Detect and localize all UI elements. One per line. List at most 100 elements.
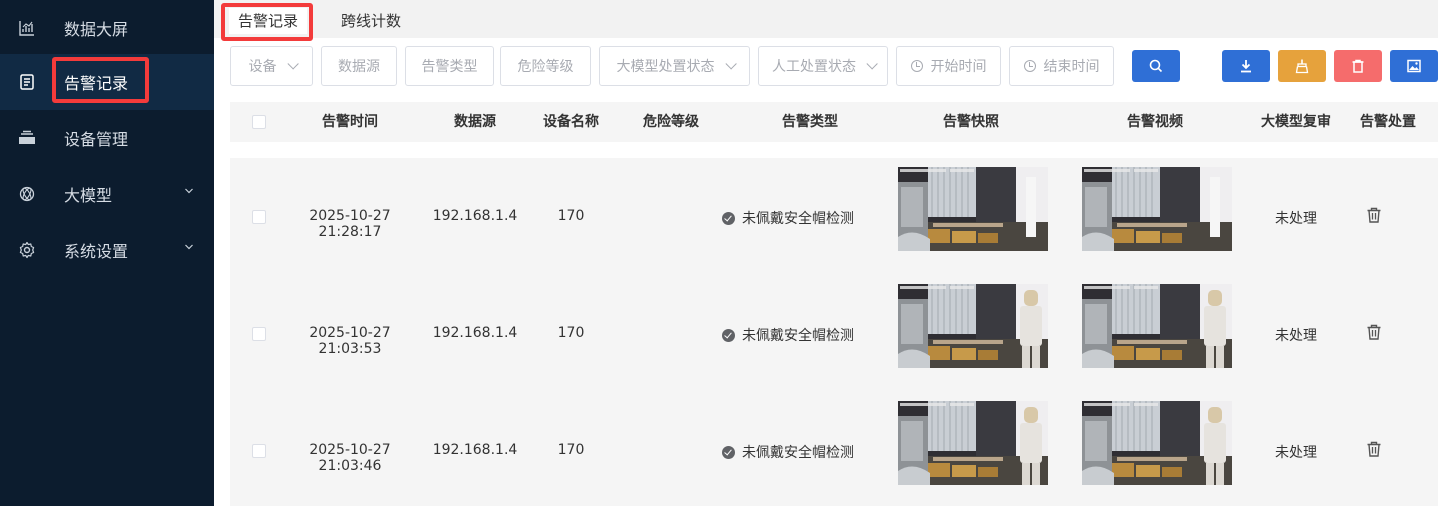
- header-alarm-time: 告警时间: [322, 114, 378, 130]
- header-danger-level: 危险等级: [643, 114, 699, 130]
- clean-button[interactable]: [1278, 50, 1326, 82]
- snapshot-thumbnail[interactable]: [898, 401, 1048, 485]
- sidebar-item-large-model[interactable]: 大模型: [0, 166, 214, 222]
- download-button[interactable]: [1222, 50, 1270, 82]
- header-alarm-handling: 告警处置: [1360, 114, 1416, 130]
- tab-cross-line-count[interactable]: 跨线计数: [332, 8, 410, 34]
- delete-button[interactable]: [1334, 50, 1382, 82]
- start-time-label: 开始时间: [930, 59, 987, 75]
- video-thumbnail[interactable]: [1082, 284, 1232, 368]
- end-time-label: 结束时间: [1043, 59, 1100, 75]
- start-time-picker[interactable]: 开始时间: [896, 46, 1001, 86]
- model-status-select[interactable]: 大模型处置状态: [599, 46, 750, 86]
- manual-status-select-label: 人工处置状态: [772, 59, 856, 75]
- alarm-type-label: 未佩戴安全帽检测: [742, 211, 854, 227]
- video-thumbnail[interactable]: [1082, 167, 1232, 251]
- alarm-type: 未佩戴安全帽检测: [722, 325, 854, 345]
- header-alarm-type: 告警类型: [782, 114, 838, 130]
- document-icon: [18, 73, 36, 91]
- model-status-select-label: 大模型处置状态: [616, 59, 715, 75]
- sidebar-item-label: 设备管理: [64, 130, 129, 149]
- snapshot-thumbnail[interactable]: [898, 284, 1048, 368]
- model-review-status: 未处理: [1275, 445, 1317, 461]
- table-row[interactable]: 2025-10-27 21:28:17 192.168.1.4 170 未佩戴安…: [230, 158, 1438, 275]
- chevron-down-icon: [724, 58, 737, 70]
- end-time-picker[interactable]: 结束时间: [1009, 46, 1114, 86]
- header-model-review: 大模型复审: [1261, 114, 1331, 130]
- alarm-type-label: 未佩戴安全帽检测: [742, 445, 854, 461]
- check-circle-icon: [722, 445, 735, 459]
- snapshot-image: [898, 401, 1048, 485]
- image-icon: [1407, 59, 1421, 73]
- snapshot-image: [1082, 167, 1232, 251]
- source-ip: 192.168.1.4: [432, 442, 518, 458]
- device-select[interactable]: 设备: [230, 46, 313, 86]
- header-snapshot: 告警快照: [943, 114, 999, 130]
- chevron-down-icon: [286, 58, 299, 70]
- header-source: 数据源: [454, 114, 496, 130]
- table-header: 告警时间 数据源 设备名称 危险等级 告警类型 告警快照 告警视频 大模型复审 …: [230, 102, 1438, 142]
- source-input-label: 数据源: [338, 59, 380, 75]
- chevron-down-icon: [866, 58, 878, 70]
- clock-icon: [1023, 60, 1036, 72]
- row-checkbox[interactable]: [252, 444, 266, 458]
- header-device-name: 设备名称: [543, 114, 599, 130]
- alarm-time: 2025-10-27 21:03:53: [309, 325, 391, 357]
- broom-icon: [1295, 59, 1309, 74]
- source-input[interactable]: 数据源: [321, 46, 397, 86]
- clock-icon: [910, 60, 923, 72]
- sidebar-item-label: 系统设置: [64, 242, 129, 261]
- sidebar-item-dashboard[interactable]: 数据大屏: [0, 0, 214, 56]
- source-ip: 192.168.1.4: [432, 208, 518, 224]
- alarm-time: 2025-10-27 21:28:17: [309, 208, 391, 240]
- image-button[interactable]: [1390, 50, 1438, 82]
- select-all-checkbox[interactable]: [252, 115, 266, 129]
- highlight-box: [52, 57, 149, 103]
- table-row[interactable]: 2025-10-27 21:03:53 192.168.1.4 170 未佩戴安…: [230, 275, 1438, 392]
- alarm-type: 未佩戴安全帽检测: [722, 208, 854, 228]
- snapshot-image: [898, 284, 1048, 368]
- danger-level-input[interactable]: 危险等级: [500, 46, 591, 86]
- model-review-status: 未处理: [1275, 328, 1317, 344]
- trash-icon[interactable]: [1365, 323, 1383, 341]
- alarm-type-input[interactable]: 告警类型: [405, 46, 494, 86]
- sidebar-item-label: 大模型: [64, 186, 113, 205]
- alarm-type-label: 未佩戴安全帽检测: [742, 328, 854, 344]
- alarm-type: 未佩戴安全帽检测: [722, 442, 854, 462]
- sidebar-item-system-settings[interactable]: 系统设置: [0, 222, 214, 278]
- gear-icon: [18, 241, 36, 259]
- snapshot-image: [898, 167, 1048, 251]
- device-name: 170: [557, 442, 585, 458]
- sidebar-item-device-management[interactable]: 设备管理: [0, 110, 214, 166]
- search-button[interactable]: [1132, 50, 1180, 82]
- device-name: 170: [557, 325, 585, 341]
- alarm-type-input-label: 告警类型: [421, 59, 478, 75]
- chevron-down-icon: [185, 244, 193, 250]
- trash-icon[interactable]: [1365, 206, 1383, 224]
- source-ip: 192.168.1.4: [432, 325, 518, 341]
- sidebar: 数据大屏 告警记录 设备管理 大模型 系统设置: [0, 0, 214, 506]
- main-content: 告警记录 跨线计数 设备 数据源 告警类型 危险等级 大模型处置状态 人工处置状…: [214, 0, 1438, 506]
- manual-status-select[interactable]: 人工处置状态: [758, 46, 888, 86]
- snapshot-thumbnail[interactable]: [898, 167, 1048, 251]
- table-row[interactable]: 2025-10-27 21:03:46 192.168.1.4 170 未佩戴安…: [230, 392, 1438, 506]
- sidebar-item-label: 数据大屏: [64, 20, 129, 39]
- video-thumbnail[interactable]: [1082, 401, 1232, 485]
- alarm-time: 2025-10-27 21:03:46: [309, 442, 391, 474]
- row-checkbox[interactable]: [252, 210, 266, 224]
- trash-icon: [1352, 59, 1364, 73]
- highlight-box: [221, 3, 313, 41]
- search-icon: [1149, 59, 1163, 73]
- row-checkbox[interactable]: [252, 327, 266, 341]
- trash-icon[interactable]: [1365, 440, 1383, 458]
- header-video: 告警视频: [1127, 114, 1183, 130]
- device-name: 170: [557, 208, 585, 224]
- tab-bar: 告警记录 跨线计数: [214, 0, 1438, 41]
- danger-level-input-label: 危险等级: [517, 59, 574, 75]
- device-select-label: 设备: [248, 59, 277, 75]
- model-icon: [18, 185, 36, 203]
- device-icon: [18, 129, 36, 147]
- chevron-down-icon: [185, 188, 193, 194]
- check-circle-icon: [722, 211, 735, 225]
- chart-icon: [18, 19, 36, 37]
